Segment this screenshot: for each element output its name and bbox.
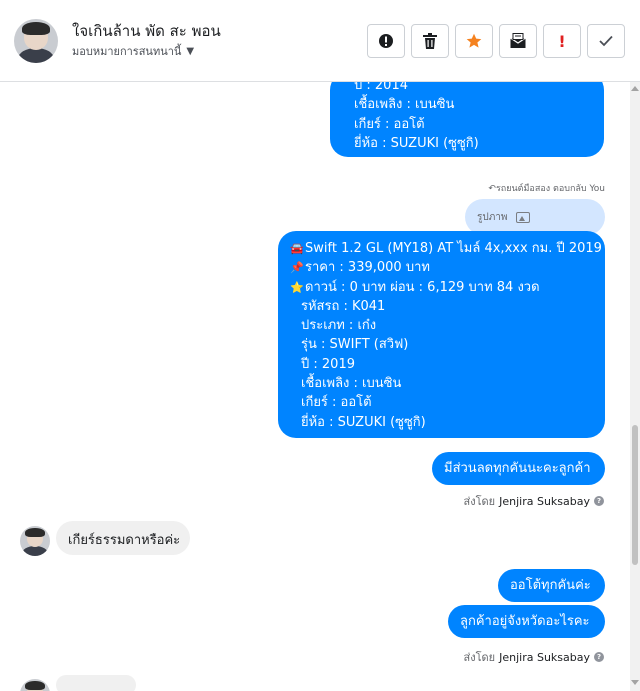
image-pill-label: รูปภาพ <box>477 211 508 223</box>
pushpin-icon: 📌 <box>290 261 304 275</box>
trash-icon <box>423 33 437 49</box>
outgoing-message[interactable]: ลูกค้าอยู่จังหวัดอะไรคะ <box>448 605 605 638</box>
sent-by-label: ส่งโดย Jenjira Suksabay ? <box>464 648 604 666</box>
message-line: ปี : 2019 <box>301 356 355 372</box>
sender-name[interactable]: Jenjira Suksabay <box>499 651 590 664</box>
scrollbar-thumb[interactable] <box>632 425 638 565</box>
message-line: รหัสรถ : K041 <box>301 298 386 314</box>
assign-label: มอบหมายการสนทนานี้ <box>72 45 182 58</box>
mark-unread-button[interactable] <box>499 24 537 58</box>
message-text: ลูกค้าอยู่จังหวัดอะไรคะ <box>460 614 590 629</box>
done-icon <box>599 35 613 47</box>
car-icon: 🚘 <box>290 242 304 255</box>
message-line: เชื้อเพลิง : เบนซิน <box>354 97 455 113</box>
incoming-message[interactable]: เกียร์ธรรมดาหรือค่ะ <box>56 521 190 555</box>
message-line: ประเภท : เก๋ง <box>301 318 377 334</box>
message-line: เกียร์ : ออโต้ <box>354 116 425 132</box>
delete-button[interactable] <box>411 24 449 58</box>
message-line: 📌ราคา : 339,000 บาท <box>290 258 593 277</box>
message-line: เชื้อเพลิง : เบนซิน <box>301 376 402 392</box>
conversation-actions: ! <box>367 24 625 58</box>
star-icon <box>466 33 482 48</box>
message-line: ปี : 2014 <box>354 82 408 93</box>
message-line: รุ่น : SWIFT (สวิฟ) <box>301 337 409 353</box>
incoming-message[interactable] <box>56 675 136 691</box>
sent-by-label: ส่งโดย Jenjira Suksabay ? <box>464 492 604 510</box>
sent-by-prefix: ส่งโดย <box>463 495 496 508</box>
spam-icon: ! <box>558 31 566 51</box>
outgoing-message[interactable]: 🚘Swift 1.2 GL (MY18) AT ไมล์ 4x,xxx กม. … <box>278 231 605 438</box>
image-icon <box>515 211 530 223</box>
image-reply-preview[interactable]: รูปภาพ <box>465 199 605 235</box>
message-thread[interactable]: ปี : 2014 เชื้อเพลิง : เบนซิน เกียร์ : อ… <box>0 82 640 691</box>
message-line: เกียร์ : ออโต้ <box>301 395 372 411</box>
conversation-header: ใจเกินล้าน พัด สะ พอน มอบหมายการสนทนานี้… <box>0 0 640 82</box>
message-text: Swift 1.2 GL (MY18) AT ไมล์ 4x,xxx กม. ป… <box>305 241 602 256</box>
reply-arrow-icon: ↶ <box>488 184 496 194</box>
contact-avatar[interactable] <box>20 526 50 556</box>
message-text: ดาวน์ : 0 บาท ผ่อน : 6,129 บาท 84 งวด <box>305 279 540 295</box>
message-text: ราคา : 339,000 บาท <box>305 260 430 276</box>
outgoing-message[interactable]: ปี : 2014 เชื้อเพลิง : เบนซิน เกียร์ : อ… <box>330 82 604 157</box>
reply-note-text: รถยนต์มือสอง ตอบกลับ You <box>495 184 605 194</box>
message-line: ยี่ห้อ : SUZUKI (ซูซูกิ) <box>354 135 479 151</box>
message-line: 🚘Swift 1.2 GL (MY18) AT ไมล์ 4x,xxx กม. … <box>290 239 602 258</box>
reply-note: ↶รถยนต์มือสอง ตอบกลับ You <box>488 181 605 195</box>
message-line: ⭐ดาวน์ : 0 บาท ผ่อน : 6,129 บาท 84 งวด <box>290 278 593 297</box>
report-icon <box>379 34 393 48</box>
scroll-up-icon[interactable] <box>631 86 639 91</box>
scrollbar[interactable] <box>630 82 640 691</box>
messenger-inbox: ใจเกินล้าน พัด สะ พอน มอบหมายการสนทนานี้… <box>0 0 640 691</box>
contact-avatar[interactable] <box>20 679 50 691</box>
outgoing-message[interactable]: มีส่วนลดทุกคันนะคะลูกค้า <box>432 452 605 485</box>
star-emoji-icon: ⭐ <box>290 280 304 294</box>
done-button[interactable] <box>587 24 625 58</box>
assign-conversation[interactable]: มอบหมายการสนทนานี้ ▼ <box>72 42 194 60</box>
contact-avatar[interactable] <box>14 19 58 63</box>
caret-down-icon: ▼ <box>186 45 195 57</box>
report-button[interactable] <box>367 24 405 58</box>
spam-button[interactable]: ! <box>543 24 581 58</box>
mark-unread-icon <box>510 33 526 48</box>
contact-name[interactable]: ใจเกินล้าน พัด สะ พอน <box>72 19 221 43</box>
help-icon[interactable]: ? <box>594 496 604 506</box>
star-button[interactable] <box>455 24 493 58</box>
scroll-down-icon[interactable] <box>631 680 639 685</box>
message-text: มีส่วนลดทุกคันนะคะลูกค้า <box>444 461 591 476</box>
message-text: ออโต้ทุกคันค่ะ <box>510 578 591 593</box>
outgoing-message[interactable]: ออโต้ทุกคันค่ะ <box>498 569 605 602</box>
message-line: ยี่ห้อ : SUZUKI (ซูซูกิ) <box>301 414 426 430</box>
help-icon[interactable]: ? <box>594 652 604 662</box>
message-text: เกียร์ธรรมดาหรือค่ะ <box>68 533 181 548</box>
sent-by-prefix: ส่งโดย <box>463 651 496 664</box>
sender-name[interactable]: Jenjira Suksabay <box>499 495 590 508</box>
